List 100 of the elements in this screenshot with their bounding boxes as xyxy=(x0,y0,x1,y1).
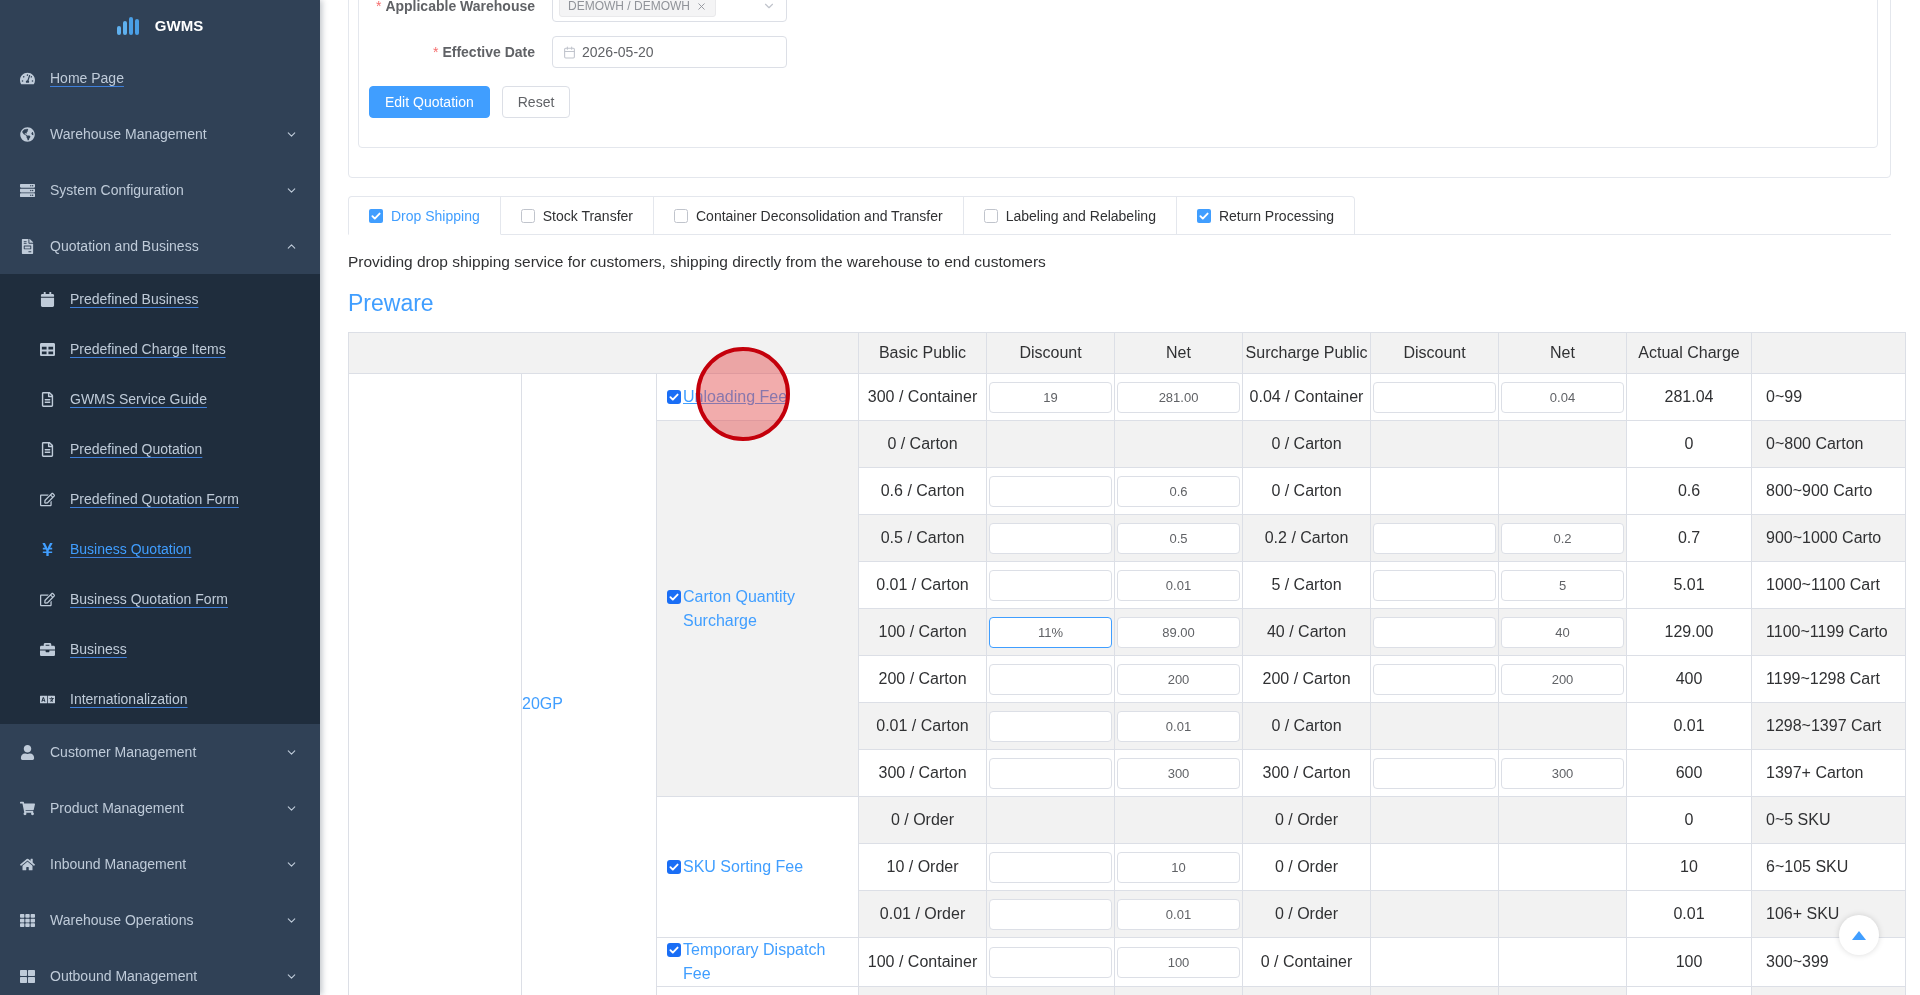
sidebar-item[interactable]: Home Page xyxy=(0,50,320,106)
discount-input[interactable] xyxy=(989,898,1112,930)
discount-input[interactable] xyxy=(1373,569,1496,601)
checkbox[interactable] xyxy=(520,208,535,223)
net-input[interactable]: 0.01 xyxy=(1117,569,1240,601)
tab[interactable]: Return Processing xyxy=(1176,196,1356,235)
table-cell: 0~99 xyxy=(1751,373,1906,421)
table-cell: 40 / Carton xyxy=(1242,608,1371,656)
table-cell: 6~105 SKU xyxy=(1751,843,1906,891)
tab[interactable]: Stock Transfer xyxy=(500,196,654,235)
checkbox[interactable] xyxy=(667,390,681,404)
checkbox[interactable] xyxy=(674,208,688,223)
net-input[interactable]: 200 xyxy=(1117,663,1240,695)
net-input[interactable]: 0.01 xyxy=(1117,710,1240,742)
net-input[interactable]: 0.2 xyxy=(1501,522,1624,554)
table-cell: 100 / Container xyxy=(858,937,987,987)
net-input[interactable]: 0.01 xyxy=(1117,898,1240,930)
four-squares-icon xyxy=(20,968,35,984)
document-icon xyxy=(40,441,55,457)
sidebar-item[interactable]: Warehouse Management xyxy=(0,106,320,162)
table-cell: 300 / Carton xyxy=(1242,749,1371,797)
table-cell: 0~5 SKU xyxy=(1751,796,1906,844)
column-header: Surcharge Public xyxy=(1242,332,1371,374)
table-cell: 0 xyxy=(1626,420,1752,468)
checkbox[interactable] xyxy=(667,589,681,604)
net-input[interactable]: 200 xyxy=(1501,663,1624,695)
table-cell: 200 / Carton xyxy=(858,655,987,703)
reset-button[interactable]: Reset xyxy=(501,86,571,118)
discount-input[interactable] xyxy=(1373,616,1496,648)
discount-input[interactable] xyxy=(989,710,1112,742)
discount-input[interactable] xyxy=(989,475,1112,507)
checkbox[interactable] xyxy=(1196,208,1211,223)
discount-input[interactable] xyxy=(1373,522,1496,554)
tab[interactable]: Labeling and Relabeling xyxy=(963,196,1177,235)
discount-input[interactable] xyxy=(1373,757,1496,789)
table-cell: 0 / Order xyxy=(1242,796,1371,844)
required-mark: * xyxy=(432,44,439,60)
table-cell: 0 / Order xyxy=(858,796,987,844)
net-input[interactable]: 281.00 xyxy=(1117,381,1240,413)
column-header: Basic Public xyxy=(858,332,987,374)
discount-input[interactable] xyxy=(1373,381,1496,413)
document-icon xyxy=(40,391,55,407)
tab[interactable]: Container Deconsolidation and Transfer xyxy=(654,196,964,235)
sidebar-item[interactable]: Outbound Management xyxy=(0,948,320,995)
sidebar-item[interactable]: Product Management xyxy=(0,780,320,836)
table-cell: 1100~1199 Carto xyxy=(1751,608,1906,656)
server-icon xyxy=(20,182,35,198)
checkbox[interactable] xyxy=(667,860,681,874)
discount-input[interactable] xyxy=(989,851,1112,883)
net-input[interactable]: 10 xyxy=(1117,851,1240,883)
date-field[interactable]: 2026-05-20 xyxy=(552,36,787,68)
net-input[interactable]: 0.5 xyxy=(1117,522,1240,554)
discount-input[interactable] xyxy=(989,522,1112,554)
discount-input[interactable] xyxy=(989,946,1112,978)
table-cell: 0.01 / Carton xyxy=(858,561,987,609)
sidebar-item[interactable]: System Configuration xyxy=(0,162,320,218)
table-cell: 0 / Carton xyxy=(858,420,987,468)
service-description: Providing drop shipping service for customers, shipping directly from the warehouse to end customers xyxy=(348,252,1047,272)
net-input[interactable]: 0.04 xyxy=(1501,381,1624,413)
discount-input[interactable]: 19 xyxy=(989,381,1112,413)
table-cell: 0 / Container xyxy=(1242,937,1371,987)
table-cell: 0 / Carton xyxy=(1242,420,1371,468)
checkbox[interactable] xyxy=(667,943,681,957)
discount-input[interactable]: 11% xyxy=(989,616,1112,648)
edit-icon xyxy=(40,491,55,507)
table-cell: 1199~1298 Cart xyxy=(1751,655,1906,703)
caret-up-icon xyxy=(1852,930,1866,940)
sidebar-item[interactable]: Quotation and Business xyxy=(0,218,320,274)
checkbox[interactable] xyxy=(369,208,383,223)
net-input[interactable]: 0.6 xyxy=(1117,475,1240,507)
net-input[interactable]: 5 xyxy=(1501,569,1624,601)
table-cell: 0.6 xyxy=(1626,467,1752,515)
table-cell: 5.01 xyxy=(1626,561,1752,609)
calendar-icon xyxy=(40,291,55,307)
column-header: Discount xyxy=(986,332,1115,374)
checkbox[interactable] xyxy=(983,208,998,223)
table-cell: 0.5 / Carton xyxy=(858,514,987,562)
net-input[interactable]: 100 xyxy=(1117,946,1240,978)
column-header: Discount xyxy=(1370,332,1499,374)
discount-input[interactable] xyxy=(1373,663,1496,695)
sidebar-item[interactable]: Customer Management xyxy=(0,724,320,780)
close-icon[interactable] xyxy=(696,0,707,12)
table-cell: 129.00 xyxy=(1626,608,1752,656)
table-cell: 5 / Carton xyxy=(1242,561,1371,609)
table-cell: 300 / Container xyxy=(858,373,987,421)
table-icon xyxy=(40,341,55,357)
document-icon xyxy=(20,238,35,254)
bars-logo-icon xyxy=(116,15,139,35)
discount-input[interactable] xyxy=(989,663,1112,695)
sidebar-item[interactable]: Inbound Management xyxy=(0,836,320,892)
net-input[interactable]: 300 xyxy=(1501,757,1624,789)
net-input[interactable]: 40 xyxy=(1501,616,1624,648)
column-header: Net xyxy=(1114,332,1243,374)
sidebar-item[interactable]: Warehouse Operations xyxy=(0,892,320,948)
grid-icon xyxy=(20,912,35,928)
table-cell: 1298~1397 Cart xyxy=(1751,702,1906,750)
net-input[interactable]: 300 xyxy=(1117,757,1240,789)
discount-input[interactable] xyxy=(989,569,1112,601)
net-input[interactable]: 89.00 xyxy=(1117,616,1240,648)
discount-input[interactable] xyxy=(989,757,1112,789)
